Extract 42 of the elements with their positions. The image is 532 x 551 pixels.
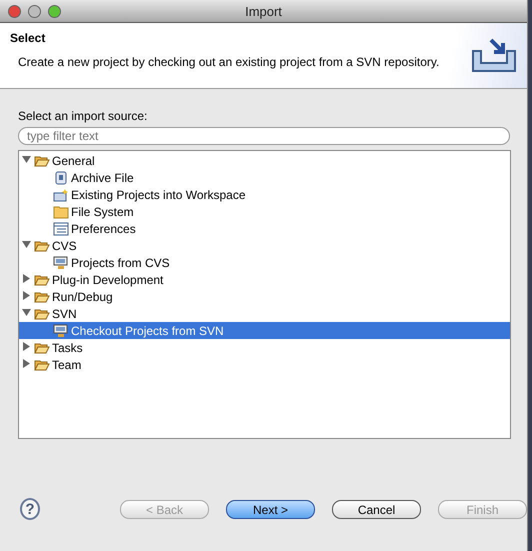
tree-item[interactable]: Team — [19, 356, 510, 373]
tree-item[interactable]: Projects from CVS — [19, 254, 510, 271]
expand-arrow-icon[interactable] — [22, 274, 31, 285]
tree-item[interactable]: General — [19, 152, 510, 169]
close-button[interactable] — [8, 4, 21, 18]
list-icon — [53, 222, 69, 236]
expand-arrow-icon[interactable] — [22, 291, 31, 302]
folder-icon — [53, 204, 69, 218]
folder-icon — [34, 290, 50, 304]
archive-icon — [53, 170, 69, 184]
expand-arrow-icon[interactable] — [22, 342, 31, 353]
import-icon — [471, 37, 517, 73]
tree-item[interactable]: File System — [19, 203, 510, 220]
minimize-button[interactable] — [28, 4, 41, 18]
tree-item[interactable]: CVS — [19, 237, 510, 254]
tree-item[interactable]: Checkout Projects from SVN — [19, 322, 510, 339]
folder-icon — [34, 306, 50, 320]
tree-item[interactable]: Tasks — [19, 339, 510, 356]
tree-item[interactable]: Archive File — [19, 169, 510, 186]
wizard-button[interactable]: Next > — [226, 500, 315, 519]
zoom-button[interactable] — [48, 4, 61, 18]
page-description: Create a new project by checking out an existing project from a SVN repository. — [18, 55, 440, 69]
tree-item[interactable]: Existing Projects into Workspace — [19, 186, 510, 203]
help-button[interactable]: ? — [20, 498, 40, 520]
folder-icon — [34, 272, 50, 286]
tree-item[interactable]: Run/Debug — [19, 288, 510, 305]
window-title: Import — [245, 4, 282, 18]
import-source-label: Select an import source: — [18, 109, 148, 123]
repository-icon — [53, 256, 69, 270]
tree-item[interactable]: SVN — [19, 305, 510, 322]
folder-icon — [34, 340, 50, 354]
repository-icon — [53, 324, 69, 338]
folder-icon — [34, 358, 50, 372]
folder-icon — [34, 154, 50, 168]
tree-item[interactable]: Preferences — [19, 220, 510, 237]
tree-item[interactable]: Plug-in Development — [19, 271, 510, 288]
wizard-button[interactable]: Cancel — [332, 500, 421, 519]
folder-icon — [34, 238, 50, 252]
expand-arrow-icon[interactable] — [22, 359, 31, 370]
filter-field[interactable]: type filter text — [18, 127, 510, 145]
page-title: Select — [10, 31, 46, 45]
project-icon — [53, 188, 69, 202]
